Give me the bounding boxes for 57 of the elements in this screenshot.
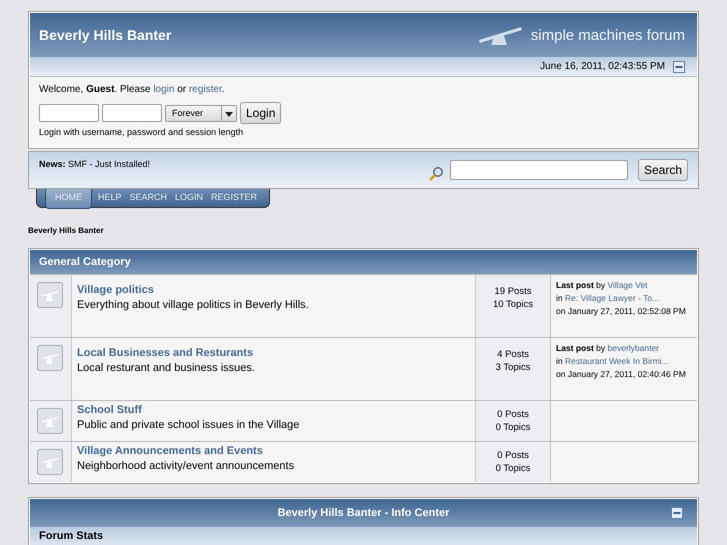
seesaw-icon (37, 449, 63, 475)
last-post-author: Last post by Village Vet (556, 279, 649, 292)
forum-stats-heading: Forum Stats (30, 527, 697, 545)
search-button[interactable]: Search (638, 159, 688, 181)
menu-tab[interactable]: LOGIN (171, 189, 208, 208)
topic-count: 10 Topics (492, 298, 534, 311)
topic-count: 0 Topics (494, 462, 532, 475)
seesaw-logo-icon (476, 24, 523, 46)
search-icon[interactable] (428, 166, 444, 182)
topic-count: 0 Topics (494, 421, 532, 434)
last-post-topic: in Re: Village Lawyer - To... (556, 292, 660, 305)
password-field[interactable] (102, 104, 162, 122)
board-description: Neighborhood activity/event announcements (77, 460, 296, 472)
topic-count: 3 Topics (494, 361, 532, 374)
search-field[interactable] (450, 160, 628, 180)
login-hint: Login with username, password and session length (39, 127, 244, 137)
date-time: June 16, 2011, 02:43:55 PM (540, 61, 665, 72)
welcome-text: Welcome, Guest. Please login or register. (39, 84, 226, 95)
last-post-date: on January 27, 2011, 02:52:08 PM (556, 305, 687, 318)
register-link[interactable]: register (188, 84, 222, 95)
collapse-icon[interactable] (673, 60, 685, 72)
username-field[interactable] (39, 104, 99, 122)
board-link[interactable]: School Stuff (77, 404, 470, 416)
seesaw-icon (37, 345, 63, 371)
post-count: 19 Posts (494, 285, 532, 298)
caret-icon[interactable] (221, 106, 236, 120)
collapse-icon[interactable] (671, 507, 683, 519)
news-text: News: SMF - Just Installed! (39, 159, 152, 169)
board-link[interactable]: Village politics (77, 284, 470, 296)
board-description: Local resturant and business issues. (77, 362, 256, 374)
menu-tab[interactable]: HELP (94, 189, 126, 208)
board-description: Public and private school issues in the Village (77, 419, 300, 431)
board-link[interactable]: Local Businesses and Resturants (77, 347, 470, 359)
logo-text: simple machines forum (530, 26, 685, 44)
last-post-topic: in Restaurant Week In Birmi... (556, 355, 670, 368)
breadcrumb[interactable]: Beverly Hills Banter (28, 226, 699, 235)
seesaw-icon (37, 282, 63, 308)
post-count: 0 Posts (496, 449, 530, 462)
board-link[interactable]: Village Announcements and Events (77, 445, 470, 457)
session-length-dropdown[interactable]: Forever (165, 104, 237, 122)
board-description: Everything about village politics in Beverly Hills. (77, 299, 310, 311)
topic-link[interactable]: Restaurant Week In Birmi... (565, 356, 669, 366)
menu-tab[interactable]: SEARCH (126, 189, 172, 208)
seesaw-icon (37, 408, 63, 434)
post-count: 0 Posts (496, 408, 530, 421)
author-link[interactable]: beverlybanter (608, 343, 660, 353)
author-link[interactable]: Village Vet (608, 280, 648, 290)
post-count: 4 Posts (496, 348, 530, 361)
info-center-title: Beverly Hills Banter - Info Center (278, 507, 450, 519)
menu-tab[interactable]: REGISTER (207, 189, 262, 208)
category-header: General Category (30, 250, 697, 274)
last-post-date: on January 27, 2011, 02:40:46 PM (556, 368, 687, 381)
forum-title: Beverly Hills Banter (39, 27, 172, 43)
last-post-author: Last post by beverlybanter (556, 342, 660, 355)
login-link[interactable]: login (153, 84, 174, 95)
login-button[interactable]: Login (240, 102, 282, 124)
topic-link[interactable]: Re: Village Lawyer - To... (565, 293, 660, 303)
